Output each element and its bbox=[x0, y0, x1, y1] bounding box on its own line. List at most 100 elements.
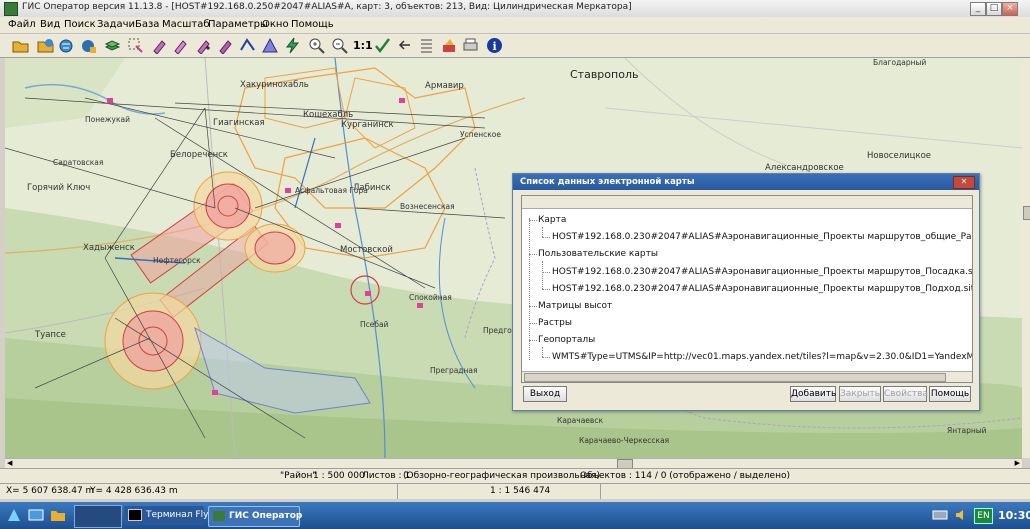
select-objects-icon[interactable] bbox=[127, 37, 144, 54]
map-label-novoselitskoe: Новоселицкое bbox=[867, 151, 932, 161]
back-arrow-icon[interactable] bbox=[396, 37, 413, 54]
dialog-title: Список данных электронной карты bbox=[520, 177, 695, 187]
check-icon[interactable] bbox=[374, 37, 391, 54]
map-label-tuapse: Туапсе bbox=[35, 330, 66, 340]
print-icon[interactable] bbox=[462, 37, 479, 54]
tree-item-rasters[interactable]: Растры bbox=[538, 318, 572, 328]
workspace-switcher[interactable] bbox=[74, 505, 122, 528]
map-label-koshekhabl: Кошехабль bbox=[303, 110, 354, 120]
tree-item-wmts[interactable]: WMTS#Type=UTMS&IP=http://vec01.maps.yand… bbox=[552, 352, 972, 362]
map-label-aleksandrovskoe: Александровское bbox=[765, 163, 844, 173]
tree-item-approach-file[interactable]: HOST#192.168.0.230#2047#ALIAS#Аэронавига… bbox=[552, 284, 972, 294]
app-icon bbox=[4, 2, 18, 16]
open-folder-icon[interactable] bbox=[12, 37, 29, 54]
toolbar: 1:1 i bbox=[0, 34, 1030, 58]
map-label-belorechensk: Белореченск bbox=[170, 150, 228, 160]
map-label-psebay: Псебай bbox=[360, 320, 389, 329]
map-label-stavropol: Ставрополь bbox=[570, 68, 639, 81]
marker-pen-icon[interactable] bbox=[171, 37, 188, 54]
tree-item-map[interactable]: Карта bbox=[538, 215, 566, 225]
properties-button: Свойства bbox=[883, 386, 928, 402]
map-label-karachaevsk: Карачаевск bbox=[557, 416, 603, 425]
globe-layers-icon[interactable] bbox=[80, 37, 97, 54]
svg-text:i: i bbox=[493, 40, 497, 53]
menu-scale[interactable]: Масштаб bbox=[162, 19, 210, 30]
dialog-title-bar[interactable]: Список данных электронной карты ✕ bbox=[513, 174, 979, 190]
marker-edit-icon[interactable] bbox=[216, 37, 233, 54]
menu-view[interactable]: Вид bbox=[40, 19, 60, 30]
paint-icon[interactable] bbox=[441, 37, 458, 54]
map-label-blagodarny: Благодарный bbox=[873, 58, 927, 67]
triangle-icon[interactable] bbox=[262, 37, 279, 54]
list-icon[interactable] bbox=[418, 37, 435, 54]
menu-bar: Файл Вид Поиск Задачи База Масштаб Парам… bbox=[0, 17, 1030, 34]
taskbar-gis-label: ГИС Оператор bbox=[229, 511, 303, 521]
layers-icon[interactable] bbox=[104, 37, 121, 54]
menu-file[interactable]: Файл bbox=[8, 19, 36, 30]
info-icon[interactable]: i bbox=[486, 37, 503, 54]
menu-database[interactable]: База bbox=[135, 19, 159, 30]
add-button[interactable]: Добавить bbox=[790, 386, 836, 402]
tree-item-elevation-matrices[interactable]: Матрицы высот bbox=[538, 301, 612, 311]
map-label-armavir: Армавир bbox=[425, 81, 464, 91]
scale-1-1-button[interactable]: 1:1 bbox=[353, 39, 373, 52]
status-sheet-type: (Обзорно-географическая произвольная) bbox=[403, 471, 601, 481]
taskbar-terminal-label: Терминал Fly bbox=[146, 510, 209, 520]
title-bar: ГИС Оператор версия 11.13.8 - [HOST#192.… bbox=[0, 0, 1030, 18]
taskbar-gis-button[interactable]: ГИС Оператор bbox=[208, 506, 303, 527]
horizontal-scrollbar[interactable]: ◀ ▶ bbox=[5, 458, 1022, 469]
dialog-close-icon[interactable]: ✕ bbox=[953, 176, 975, 189]
close-layer-button: Закрыть bbox=[839, 386, 881, 402]
menu-tasks[interactable]: Задачи bbox=[97, 19, 135, 30]
tree-item-user-maps[interactable]: Пользовательские карты bbox=[538, 249, 658, 259]
map-label-goryachy-klyuch: Горячий Ключ bbox=[27, 183, 91, 193]
map-label-ponezhukay: Понежукай bbox=[85, 115, 130, 124]
status-x-coord: X= 5 607 638.47 m bbox=[6, 486, 95, 496]
map-label-yantarny: Янтарный bbox=[947, 426, 987, 435]
menu-parameters[interactable]: Параметры bbox=[208, 19, 268, 30]
window-title: ГИС Оператор версия 11.13.8 - [HOST#192.… bbox=[22, 2, 632, 12]
maximize-button[interactable]: □ bbox=[986, 2, 1002, 16]
desktop-icon[interactable] bbox=[28, 507, 44, 523]
close-button[interactable]: × bbox=[1002, 2, 1018, 16]
globe-add-icon[interactable] bbox=[58, 37, 75, 54]
status-map-name: "Район" bbox=[280, 471, 317, 481]
map-label-neftegorsk: Нефтегорск bbox=[153, 256, 201, 265]
start-menu-icon[interactable] bbox=[6, 507, 22, 523]
folder-icon[interactable] bbox=[50, 507, 66, 523]
minimize-button[interactable]: _ bbox=[970, 2, 986, 16]
map-label-kurganinsk: Курганинск bbox=[341, 120, 394, 130]
tree-horizontal-scrollbar[interactable] bbox=[522, 371, 972, 382]
menu-help[interactable]: Помощь bbox=[291, 19, 334, 30]
tree-item-geoportals[interactable]: Геопорталы bbox=[538, 335, 595, 345]
tree-item-landing-file[interactable]: HOST#192.168.0.230#2047#ALIAS#Аэронавига… bbox=[552, 267, 972, 277]
map-label-khakurinokhabl: Хакуринохабль bbox=[240, 80, 309, 90]
map-label-uspenskoe: Успенское bbox=[460, 130, 501, 139]
status-scale: 1 : 500 000 bbox=[313, 471, 365, 481]
network-icon[interactable] bbox=[932, 508, 948, 522]
map-label-giaginskaya: Гиагинская bbox=[213, 118, 265, 128]
open-map-icon[interactable] bbox=[37, 37, 54, 54]
help-button[interactable]: Помощь bbox=[929, 386, 971, 402]
measure-icon[interactable] bbox=[239, 37, 256, 54]
map-label-spokoynaya: Спокойная bbox=[409, 293, 452, 302]
menu-search[interactable]: Поиск bbox=[64, 19, 96, 30]
tree-item-map-file[interactable]: HOST#192.168.0.230#2047#ALIAS#Аэронавига… bbox=[552, 232, 972, 242]
marker-add-icon[interactable] bbox=[194, 37, 211, 54]
keyboard-layout-indicator[interactable]: EN bbox=[974, 508, 993, 524]
map-label-karachaevo-cherkessk: Карачаево-Черкесская bbox=[579, 436, 670, 445]
menu-window[interactable]: Окно bbox=[262, 19, 289, 30]
zoom-in-icon[interactable] bbox=[308, 37, 325, 54]
zoom-out-icon[interactable] bbox=[331, 37, 348, 54]
vertical-scrollbar[interactable] bbox=[1022, 58, 1030, 458]
map-data-tree[interactable]: Карта HOST#192.168.0.230#2047#ALIAS#Аэро… bbox=[521, 195, 973, 383]
marker-icon[interactable] bbox=[150, 37, 167, 54]
lightning-icon[interactable] bbox=[284, 37, 301, 54]
status-bar-map: "Район" 1 : 500 000 Листов : 1 (Обзорно-… bbox=[0, 468, 1030, 483]
taskbar-terminal-button[interactable]: Терминал Fly bbox=[124, 506, 208, 525]
map-label-preobrazhenskaya: Преградная bbox=[430, 366, 478, 375]
exit-button[interactable]: Выход bbox=[523, 386, 567, 402]
map-label-saratovskaya: Саратовская bbox=[53, 158, 104, 167]
status-objects: Объектов : 114 / 0 (отображено / выделен… bbox=[580, 471, 790, 481]
volume-icon[interactable] bbox=[954, 508, 968, 522]
